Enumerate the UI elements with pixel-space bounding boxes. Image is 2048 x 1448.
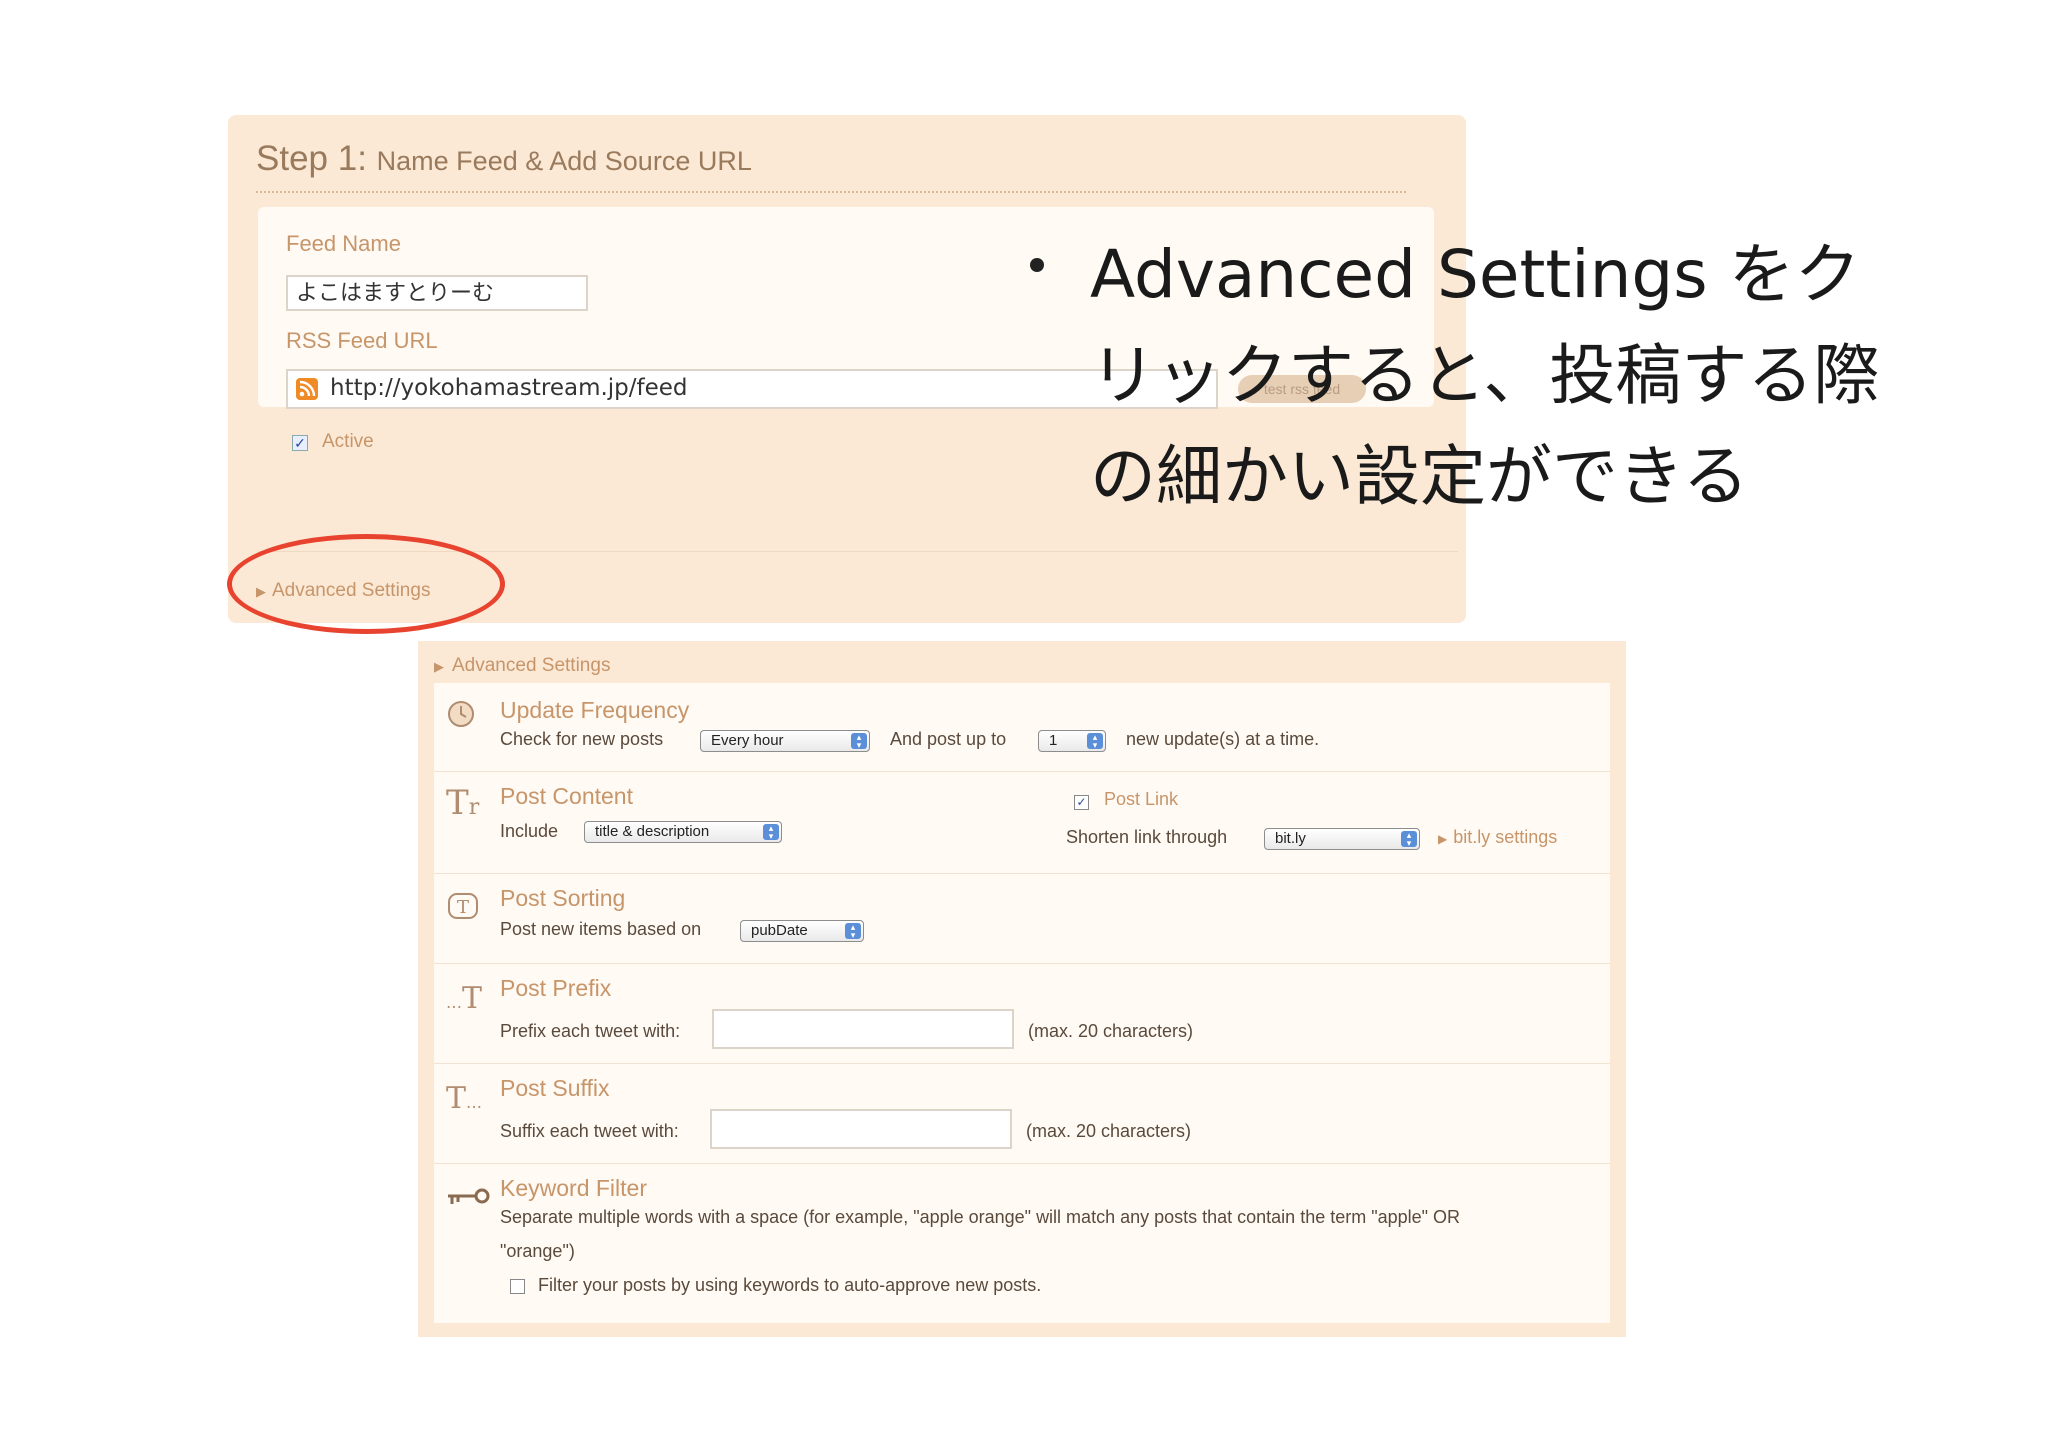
include-label: Include <box>500 821 559 841</box>
keyword-filter-description-cont: "orange") <box>500 1241 575 1261</box>
active-checkbox[interactable]: ✓ <box>292 435 308 451</box>
rss-url-value: http://yokohamastream.jp/feed <box>330 375 688 401</box>
advanced-settings-panel: ▶ Advanced Settings Update Frequency Chec… <box>418 641 1626 1337</box>
advanced-settings-header-label: Advanced Settings <box>452 655 611 676</box>
divider <box>256 191 1406 193</box>
frequency-value: Every hour <box>711 732 784 749</box>
select-arrows-icon: ▴ ▾ <box>1401 831 1417 848</box>
sort-field-select[interactable]: pubDate ▴ ▾ <box>740 920 864 942</box>
update-frequency-row: Update Frequency Check for new posts Eve… <box>434 683 1610 772</box>
post-prefix-title: Post Prefix <box>500 975 612 1001</box>
shortener-value: bit.ly <box>1275 830 1306 847</box>
prefix-icon: …T <box>446 981 483 1016</box>
feed-name-label: Feed Name <box>286 231 401 256</box>
clock-icon <box>446 699 476 733</box>
slide-bullet-text: Advanced Settings をクリックすると、投稿する際の細かい設定がで… <box>1090 236 1880 515</box>
rss-url-label: RSS Feed URL <box>286 328 438 353</box>
active-label: Active <box>322 431 374 452</box>
advanced-settings-body: Update Frequency Check for new posts Eve… <box>434 683 1610 1323</box>
post-suffix-title: Post Suffix <box>500 1075 610 1101</box>
step1-number: Step 1: <box>256 139 367 178</box>
bitly-settings-link[interactable]: ▶ bit.ly settings <box>1438 827 1557 848</box>
select-arrows-icon: ▴ ▾ <box>763 824 779 841</box>
post-suffix-row: T… Post Suffix Suffix each tweet with: (… <box>434 1063 1610 1164</box>
post-sorting-row: T Post Sorting Post new items based on p… <box>434 873 1610 964</box>
keyword-filter-checkbox[interactable] <box>510 1279 525 1294</box>
step1-subtitle: Name Feed & Add Source URL <box>376 146 752 176</box>
step1-title: Step 1: Name Feed & Add Source URL <box>256 139 752 179</box>
select-arrows-icon: ▴ ▾ <box>851 733 867 750</box>
post-link-checkbox[interactable]: ✓ <box>1074 795 1089 810</box>
frequency-select[interactable]: Every hour ▴ ▾ <box>700 730 870 752</box>
sort-icon: T <box>446 891 480 925</box>
include-select[interactable]: title & description ▴ ▾ <box>584 821 782 843</box>
keyword-filter-description: Separate multiple words with a space (fo… <box>500 1207 1461 1227</box>
sort-field-value: pubDate <box>751 922 808 939</box>
suffix-label: Suffix each tweet with: <box>500 1121 679 1141</box>
bullet-icon <box>1030 258 1044 272</box>
post-up-to-label: And post up to <box>890 729 1007 749</box>
post-count-value: 1 <box>1049 732 1058 749</box>
highlight-ellipse <box>227 534 505 634</box>
post-count-select[interactable]: 1 ▴ ▾ <box>1038 730 1106 752</box>
keyword-filter-checkbox-label: Filter your posts by using keywords to a… <box>538 1275 1042 1295</box>
prefix-hint: (max. 20 characters) <box>1028 1021 1194 1041</box>
post-prefix-row: …T Post Prefix Prefix each tweet with: (… <box>434 963 1610 1064</box>
triangle-right-icon: ▶ <box>1438 832 1448 846</box>
keyword-filter-title: Keyword Filter <box>500 1175 647 1201</box>
post-content-row: Tr Post Content Include title & descript… <box>434 771 1610 874</box>
rss-icon <box>296 378 318 400</box>
bitly-settings-label: bit.ly settings <box>1453 827 1558 847</box>
post-sorting-title: Post Sorting <box>500 885 626 911</box>
updates-at-a-time-label: new update(s) at a time. <box>1126 729 1320 749</box>
text-format-icon: Tr <box>446 783 480 823</box>
include-value: title & description <box>595 823 710 840</box>
rss-url-input[interactable]: http://yokohamastream.jp/feed <box>286 369 1218 409</box>
prefix-label: Prefix each tweet with: <box>500 1021 681 1041</box>
suffix-icon: T… <box>446 1081 483 1116</box>
key-icon <box>446 1185 492 1215</box>
select-arrows-icon: ▴ ▾ <box>1087 733 1103 750</box>
check-new-posts-label: Check for new posts <box>500 729 664 749</box>
suffix-input[interactable] <box>710 1109 1012 1149</box>
triangle-right-icon: ▶ <box>434 659 444 674</box>
shorten-link-label: Shorten link through <box>1066 827 1228 847</box>
prefix-input[interactable] <box>712 1009 1014 1049</box>
shortener-select[interactable]: bit.ly ▴ ▾ <box>1264 828 1420 850</box>
advanced-settings-header[interactable]: ▶ Advanced Settings <box>434 655 610 677</box>
select-arrows-icon: ▴ ▾ <box>845 923 861 940</box>
keyword-filter-row: Keyword Filter Separate multiple words w… <box>434 1163 1610 1323</box>
update-frequency-title: Update Frequency <box>500 697 690 723</box>
svg-text:T: T <box>457 897 469 918</box>
feed-name-input[interactable]: よこはますとりーむ <box>286 275 588 311</box>
suffix-hint: (max. 20 characters) <box>1026 1121 1192 1141</box>
post-link-label: Post Link <box>1104 789 1179 809</box>
post-sorting-label: Post new items based on <box>500 919 702 939</box>
post-content-title: Post Content <box>500 783 633 809</box>
